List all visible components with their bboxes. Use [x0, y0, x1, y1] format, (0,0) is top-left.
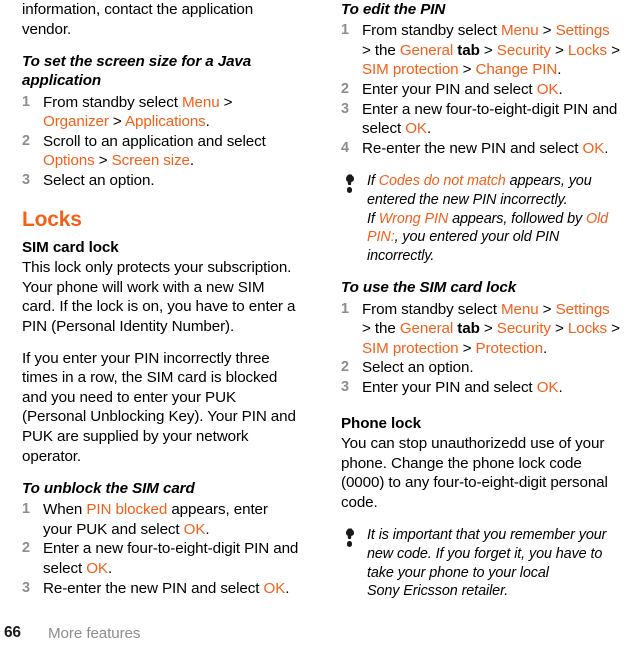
step-item: Scroll to an application and select Opti…: [22, 132, 266, 170]
two-column-body: information, contact the application ven…: [0, 0, 634, 622]
step-item: Re-enter the new PIN and select OK.: [341, 139, 609, 158]
procedure-heading-edit-pin: To edit the PIN: [341, 1, 446, 18]
steps-unblock-sim: When PIN blocked appears, enter your PUK…: [22, 500, 299, 598]
chapter-name: More features: [48, 625, 141, 642]
step-item: Enter a new four-to-eight-digit PIN and …: [22, 539, 299, 578]
sim-card-lock-paragraph-1: This lock only protects your subscriptio…: [22, 259, 296, 335]
note-pin-errors: If Codes do not match appears, you enter…: [341, 172, 622, 265]
manual-page: information, contact the application ven…: [0, 0, 634, 650]
steps-use-sim-lock: From standby select Menu > Settings > th…: [341, 300, 622, 398]
procedure-heading-java-screen-size: To set the screen size for a Java applic…: [22, 53, 252, 90]
step-item: Enter your PIN and select OK.: [341, 80, 563, 99]
right-column: To edit the PIN From standby select Menu…: [317, 0, 634, 622]
note-remember-code-text: It is important that you remember your n…: [367, 527, 607, 600]
subheading-sim-card-lock: SIM card lock: [22, 238, 119, 256]
left-column: information, contact the application ven…: [0, 0, 317, 622]
steps-edit-pin: From standby select Menu > Settings > th…: [341, 21, 622, 158]
continued-paragraph: information, contact the application ven…: [22, 1, 254, 38]
exclamation-icon: [344, 174, 355, 193]
step-item: From standby select Menu > Organizer > A…: [22, 93, 233, 131]
exclamation-icon: [344, 528, 355, 548]
sim-card-lock-paragraph-2: If you enter your PIN incorrectly three …: [22, 349, 296, 465]
page-footer: 66 More features: [0, 620, 634, 642]
step-item: Enter a new four-to-eight-digit PIN and …: [341, 100, 618, 138]
procedure-heading-unblock-sim: To unblock the SIM card: [22, 480, 195, 498]
step-item: Select an option.: [22, 171, 155, 190]
subheading-phone-lock: Phone lock: [341, 414, 422, 432]
procedure-heading-use-sim-lock: To use the SIM card lock: [341, 279, 517, 297]
page-number: 66: [4, 624, 21, 641]
step-item: Select an option.: [341, 358, 474, 377]
steps-java-screen-size: From standby select Menu > Organizer > A…: [22, 93, 299, 191]
step-item: From standby select Menu > Settings > th…: [341, 300, 620, 357]
note-remember-code: It is important that you remember your n…: [341, 526, 622, 600]
note-pin-errors-text: If Codes do not match appears, you enter…: [367, 173, 609, 264]
step-item: From standby select Menu > Settings > th…: [341, 21, 620, 79]
step-item: Re-enter the new PIN and select OK.: [22, 579, 290, 598]
step-item: When PIN blocked appears, enter your PUK…: [22, 500, 268, 538]
section-heading-locks: Locks: [22, 207, 82, 231]
step-item: Enter your PIN and select OK.: [341, 378, 563, 397]
phone-lock-paragraph: You can stop unauthorizedd use of your p…: [341, 435, 608, 511]
